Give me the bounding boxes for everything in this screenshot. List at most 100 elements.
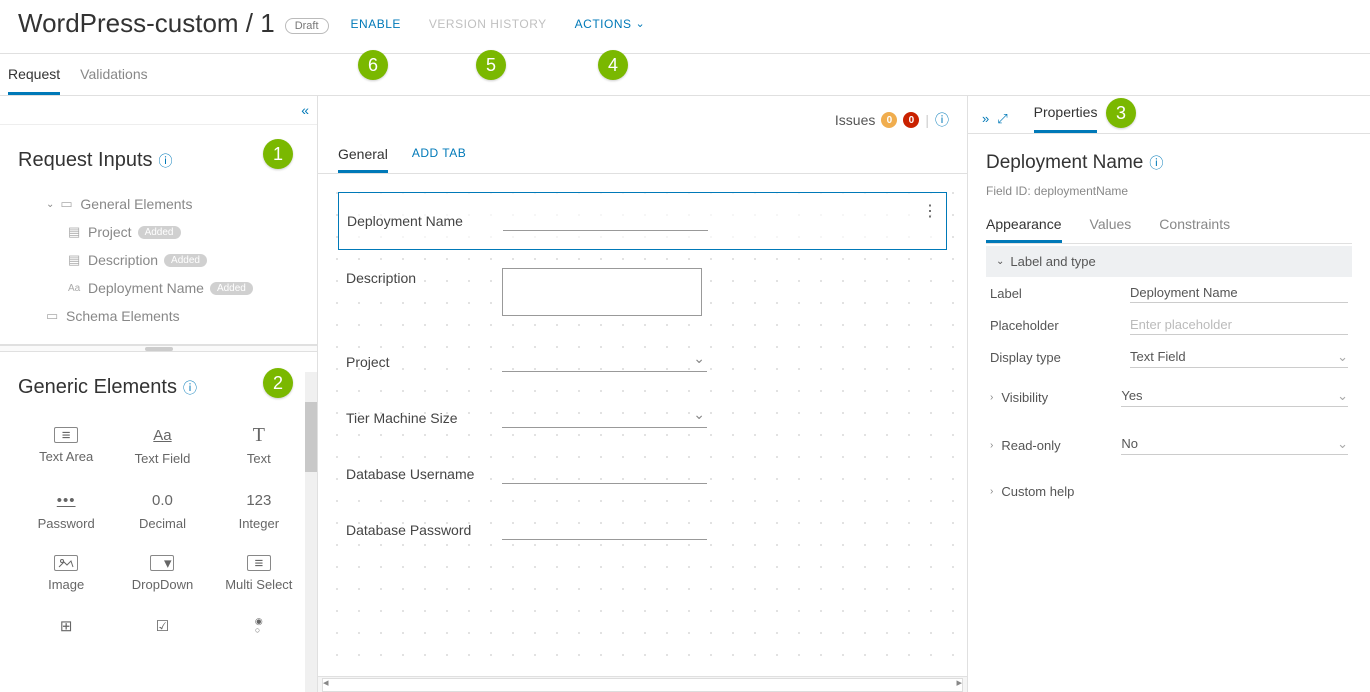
field-description[interactable]: Description xyxy=(338,250,947,334)
help-icon[interactable]: ⓘ xyxy=(1149,153,1163,173)
tab-request[interactable]: Request xyxy=(8,66,60,95)
tree-item-project[interactable]: ▤ Project Added xyxy=(18,218,299,246)
help-icon[interactable]: ⓘ xyxy=(183,378,197,398)
text-icon: Aa xyxy=(68,283,82,294)
chevron-right-icon: › xyxy=(990,392,993,403)
dropdown-icon: ▾ xyxy=(150,555,174,571)
field-input[interactable] xyxy=(502,464,707,484)
issues-label: Issues xyxy=(835,112,875,128)
prop-tab-constraints[interactable]: Constraints xyxy=(1159,216,1230,243)
field-project[interactable]: Project xyxy=(338,334,947,390)
properties-tab[interactable]: Properties xyxy=(1034,104,1098,133)
palette-multiselect[interactable]: ≡Multi Select xyxy=(211,545,307,602)
canvas-horizontal-scrollbar[interactable] xyxy=(318,676,967,692)
annotation-4: 4 xyxy=(598,50,628,80)
canvas-tabs: General ADD TAB xyxy=(318,130,967,174)
field-label: Project xyxy=(346,352,496,370)
palette-scrollbar[interactable] xyxy=(305,372,317,692)
added-badge: Added xyxy=(210,282,253,295)
palette-image[interactable]: Image xyxy=(18,545,114,602)
section-title: Label and type xyxy=(1010,254,1095,269)
collapse-left-icon[interactable]: « xyxy=(301,102,309,118)
chevron-right-icon: › xyxy=(990,440,993,451)
integer-icon: 123 xyxy=(246,490,272,510)
palette-integer[interactable]: 123Integer xyxy=(211,480,307,541)
tree-item-description[interactable]: ▤ Description Added xyxy=(18,246,299,274)
kebab-icon[interactable]: ⋮ xyxy=(922,201,936,221)
palette-text[interactable]: TText xyxy=(211,415,307,476)
help-icon[interactable]: ⓘ xyxy=(159,151,173,171)
actions-label: ACTIONS xyxy=(575,17,632,31)
issues-warning-badge[interactable]: 0 xyxy=(881,112,897,128)
decimal-icon: 0.0 xyxy=(149,490,175,510)
add-tab-button[interactable]: ADD TAB xyxy=(412,146,466,173)
right-panel: » ⤢ Properties 3 Deployment Name ⓘ Field… xyxy=(968,96,1370,692)
field-tier-machine-size[interactable]: Tier Machine Size xyxy=(338,390,947,446)
form-area: Deployment Name ⋮ Description Project Ti… xyxy=(318,174,967,576)
palette-decimal[interactable]: 0.0Decimal xyxy=(114,480,210,541)
prop-display-select[interactable]: Text Field ⌄ xyxy=(1130,347,1348,368)
properties-title: Deployment Name ⓘ xyxy=(986,152,1352,174)
palette-password[interactable]: •••Password xyxy=(18,480,114,541)
palette-text-field[interactable]: AaText Field xyxy=(114,415,210,476)
tree-schema-elements[interactable]: ▭ Schema Elements xyxy=(18,302,299,330)
chevron-down-icon: ⌄ xyxy=(46,199,54,210)
chevron-down-icon: ⌄ xyxy=(1337,349,1348,365)
field-label: Database Password xyxy=(346,520,496,538)
request-inputs-heading: Request Inputs ⓘ xyxy=(18,149,299,172)
section-visibility[interactable]: › Visibility Yes ⌄ xyxy=(986,374,1352,422)
field-textarea[interactable] xyxy=(502,268,702,316)
version-history-button: VERSION HISTORY xyxy=(429,17,547,31)
readonly-select[interactable]: No ⌄ xyxy=(1121,436,1348,455)
added-badge: Added xyxy=(138,226,181,239)
palette-text-area[interactable]: ≡Text Area xyxy=(18,415,114,476)
palette-item-extra1[interactable]: ⊞ xyxy=(18,606,114,646)
section-label: Read-only xyxy=(1001,438,1121,453)
radio-icon: ◉○ xyxy=(246,616,272,636)
form-canvas[interactable]: Deployment Name ⋮ Description Project Ti… xyxy=(318,174,967,676)
prop-tab-appearance[interactable]: Appearance xyxy=(986,216,1062,243)
chevron-down-icon: ⌄ xyxy=(1337,436,1348,452)
added-badge: Added xyxy=(164,254,207,267)
actions-menu[interactable]: ACTIONS ⌄ xyxy=(575,17,646,31)
status-badge: Draft xyxy=(285,18,329,34)
prop-label: Label xyxy=(990,286,1130,301)
field-select[interactable] xyxy=(502,352,707,372)
grid-icon: ⊞ xyxy=(53,616,79,636)
canvas-panel: Issues 0 0 | ⓘ General ADD TAB Deploymen… xyxy=(318,96,968,692)
left-panel: « 1 Request Inputs ⓘ ⌄ ▭ General Element… xyxy=(0,96,318,692)
field-input[interactable] xyxy=(502,520,707,540)
issues-error-badge[interactable]: 0 xyxy=(903,112,919,128)
palette-item-extra2[interactable]: ☑ xyxy=(114,606,210,646)
field-database-username[interactable]: Database Username xyxy=(338,446,947,502)
expand-right-icon[interactable]: » xyxy=(982,111,989,127)
field-select[interactable] xyxy=(502,408,707,428)
tab-validations[interactable]: Validations xyxy=(80,66,147,95)
request-inputs-label: Request Inputs xyxy=(18,149,153,172)
tree-general-elements[interactable]: ⌄ ▭ General Elements xyxy=(18,190,299,218)
enable-button[interactable]: ENABLE xyxy=(351,17,401,31)
canvas-tab-general[interactable]: General xyxy=(338,146,388,173)
sub-tabs: Request Validations xyxy=(0,54,1370,96)
tree-item-deployment-name[interactable]: Aa Deployment Name Added xyxy=(18,274,299,302)
field-database-password[interactable]: Database Password xyxy=(338,502,947,558)
section-label-and-type[interactable]: ⌄ Label and type xyxy=(986,246,1352,277)
field-deployment-name[interactable]: Deployment Name ⋮ xyxy=(338,192,947,250)
prop-tab-values[interactable]: Values xyxy=(1090,216,1132,243)
prop-placeholder-input[interactable] xyxy=(1130,315,1348,335)
field-input[interactable] xyxy=(503,211,708,231)
multiselect-icon: ≡ xyxy=(247,555,271,571)
palette-item-extra3[interactable]: ◉○ xyxy=(211,606,307,646)
fullscreen-icon[interactable]: ⤢ xyxy=(997,111,1007,127)
generic-elements-label: Generic Elements xyxy=(18,376,177,399)
section-custom-help[interactable]: › Custom help xyxy=(986,470,1352,514)
panel-resizer[interactable] xyxy=(0,345,317,352)
visibility-select[interactable]: Yes ⌄ xyxy=(1121,388,1348,407)
help-icon[interactable]: ⓘ xyxy=(935,110,949,130)
prop-label-input[interactable] xyxy=(1130,283,1348,303)
palette-dropdown[interactable]: ▾DropDown xyxy=(114,545,210,602)
chevron-down-icon: ⌄ xyxy=(636,17,646,30)
inputs-tree: ⌄ ▭ General Elements ▤ Project Added ▤ D… xyxy=(18,190,299,330)
properties-body: Deployment Name ⓘ Field ID: deploymentNa… xyxy=(968,134,1370,532)
section-readonly[interactable]: › Read-only No ⌄ xyxy=(986,422,1352,470)
